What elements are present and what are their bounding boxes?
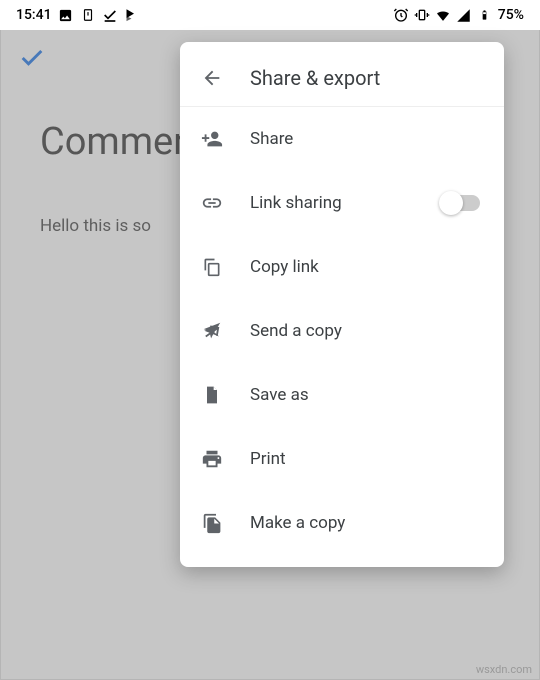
send-icon: [200, 319, 224, 343]
menu-label: Link sharing: [250, 193, 442, 213]
menu-item-copy-link[interactable]: Copy link: [180, 235, 504, 299]
status-bar: 15:41: [0, 0, 540, 30]
menu-item-make-copy[interactable]: Make a copy: [180, 491, 504, 555]
vibrate-icon: [414, 7, 430, 23]
back-arrow-icon[interactable]: [200, 66, 224, 90]
menu-label: Share: [250, 129, 484, 149]
menu-item-share[interactable]: Share: [180, 107, 504, 171]
share-export-sheet: Share & export Share Link sharing Copy l…: [180, 42, 504, 567]
copy-icon: [200, 255, 224, 279]
wifi-icon: [435, 7, 451, 23]
toggle-knob: [439, 191, 463, 215]
play-flag-icon: [124, 7, 140, 23]
menu-item-send-copy[interactable]: Send a copy: [180, 299, 504, 363]
signal-icon: [456, 7, 472, 23]
link-icon: [200, 191, 224, 215]
battery-icon: [477, 7, 493, 23]
menu-label: Save as: [250, 385, 484, 405]
battery-text: 75%: [498, 7, 524, 23]
menu-item-print[interactable]: Print: [180, 427, 504, 491]
sheet-header: Share & export: [180, 52, 504, 107]
duplicate-file-icon: [200, 511, 224, 535]
menu-item-save-as[interactable]: Save as: [180, 363, 504, 427]
status-time: 15:41: [16, 7, 52, 23]
person-add-icon: [200, 127, 224, 151]
alarm-icon: [393, 7, 409, 23]
menu-item-link-sharing[interactable]: Link sharing: [180, 171, 504, 235]
check-underline-icon: [102, 7, 118, 23]
sheet-title: Share & export: [250, 66, 380, 90]
print-icon: [200, 447, 224, 471]
image-icon: [58, 7, 74, 23]
menu-label: Copy link: [250, 257, 484, 277]
file-icon: [200, 383, 224, 407]
link-sharing-toggle[interactable]: [442, 195, 480, 211]
sd-card-icon: [80, 7, 96, 23]
menu-label: Send a copy: [250, 321, 484, 341]
menu-label: Print: [250, 449, 484, 469]
menu-label: Make a copy: [250, 513, 484, 533]
watermark: wsxdn.com: [476, 663, 532, 676]
